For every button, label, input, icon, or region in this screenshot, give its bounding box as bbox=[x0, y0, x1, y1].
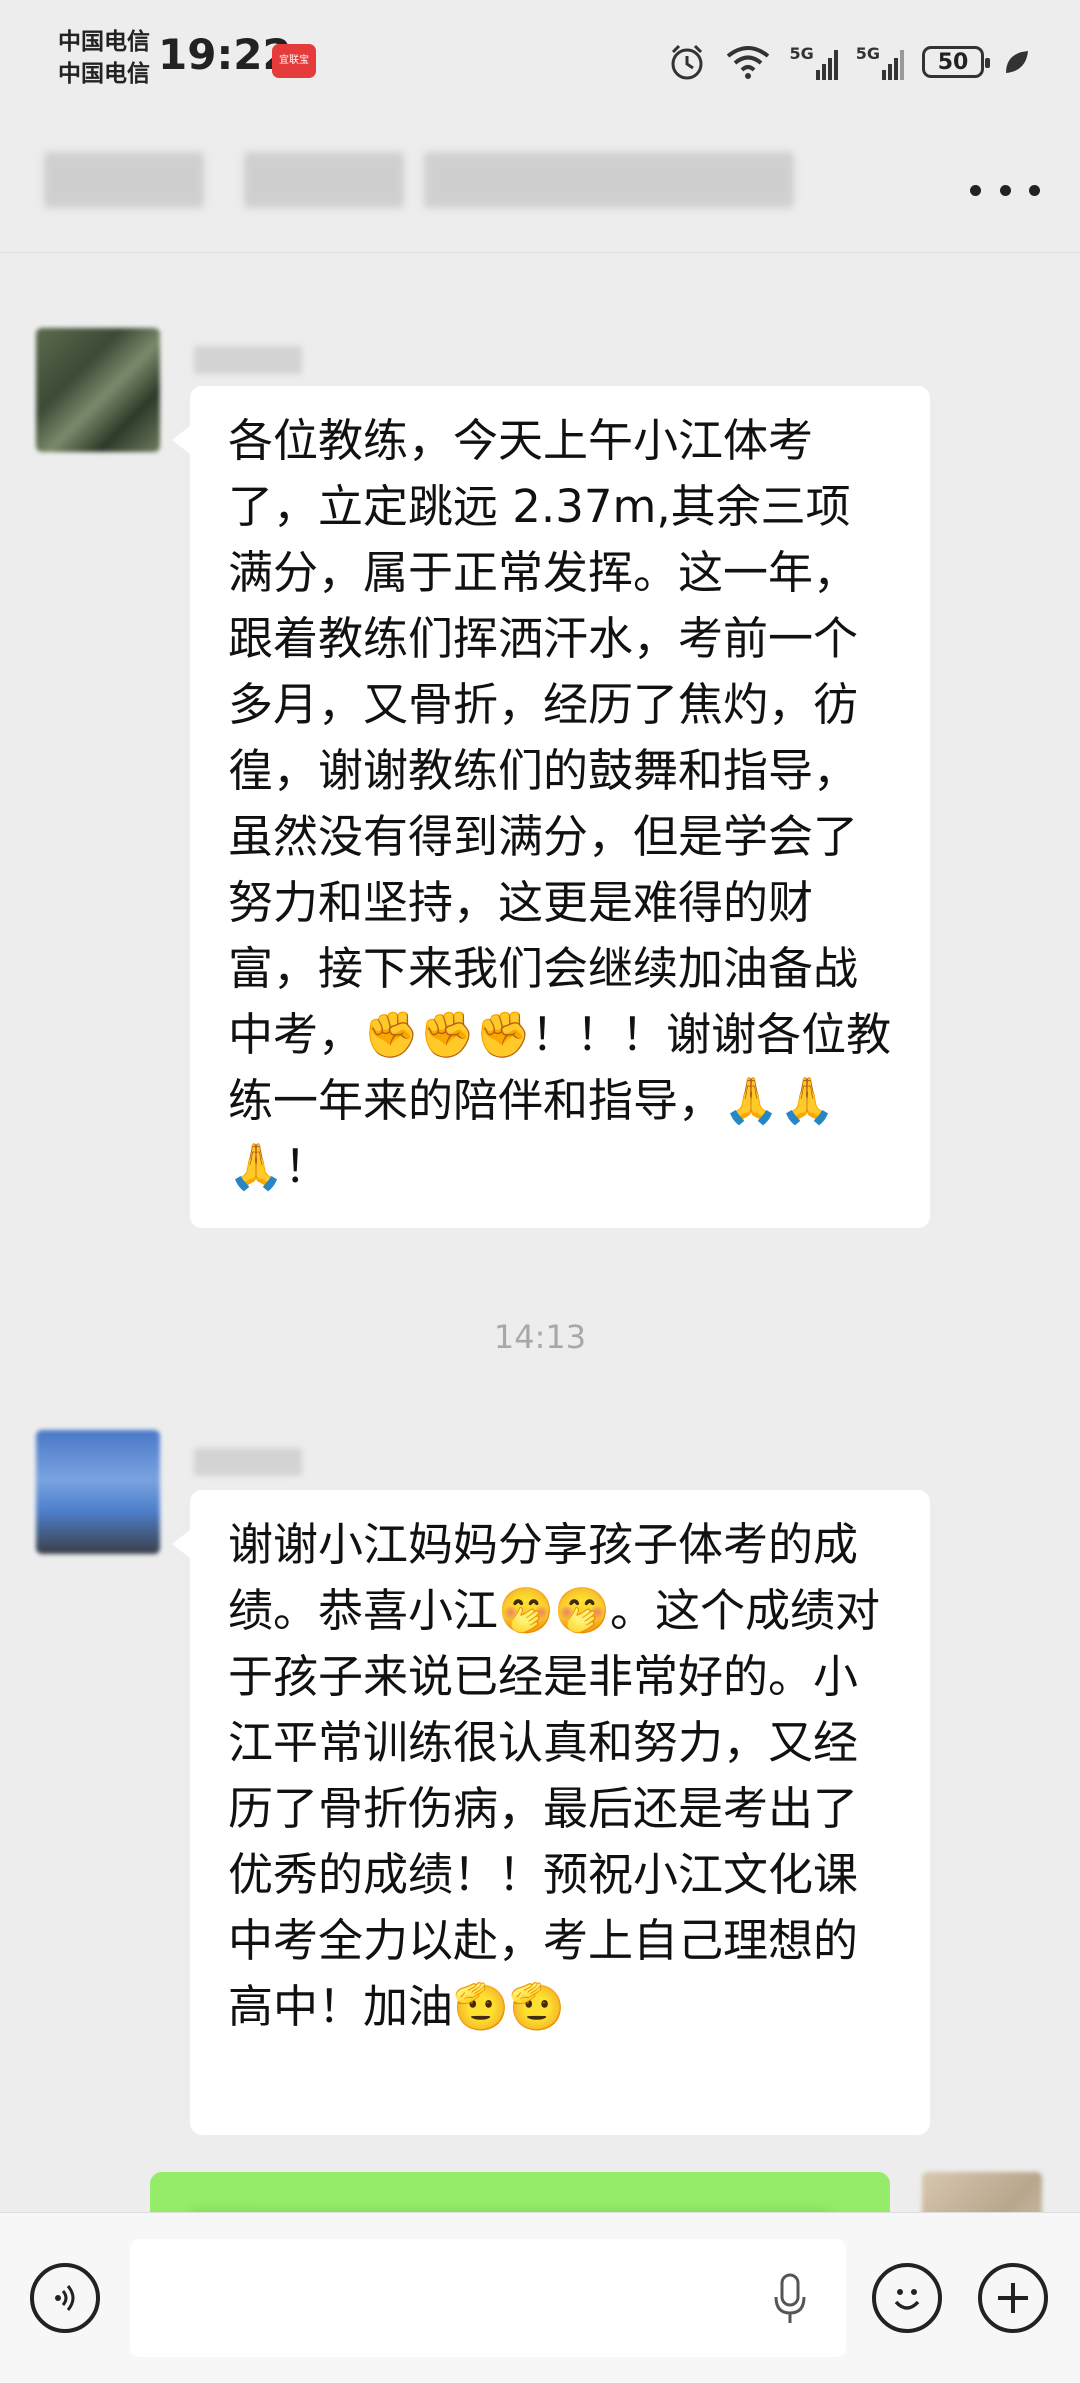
alarm-icon bbox=[671, 44, 703, 80]
signal-label-2: 5G bbox=[855, 44, 880, 63]
more-options-icon[interactable] bbox=[970, 170, 1040, 210]
microphone-icon[interactable] bbox=[770, 2273, 810, 2325]
carrier-1: 中国电信 bbox=[58, 29, 150, 55]
battery-level: 50 bbox=[937, 49, 969, 75]
signal-icon-1: 5G bbox=[789, 44, 838, 80]
battery-icon: 50 bbox=[922, 46, 990, 78]
signal-label-1: 5G bbox=[789, 44, 814, 63]
message-bubble[interactable]: 各位教练，今天上午小江体考了，立定跳远 2.37m,其余三项满分，属于正常发挥。… bbox=[172, 386, 930, 1228]
carrier-labels: 中国电信 中国电信 bbox=[58, 26, 150, 90]
signal-icon-2: 5G bbox=[856, 44, 904, 80]
input-bar bbox=[0, 2212, 1080, 2383]
message-bubble[interactable]: 谢谢小江妈妈分享孩子体考的成绩。恭喜小江🤭🤭。这个成绩对于孩子来说已经是非常好的… bbox=[172, 1490, 930, 2135]
chat-header bbox=[0, 130, 1080, 250]
chat-title-obscured-3 bbox=[424, 152, 794, 208]
leaf-icon bbox=[1006, 51, 1028, 73]
smiley-icon bbox=[894, 2289, 920, 2310]
chat-title-obscured bbox=[44, 152, 204, 208]
chat-title-obscured-2 bbox=[244, 152, 404, 208]
wifi-icon bbox=[727, 46, 770, 79]
avatar[interactable] bbox=[36, 328, 160, 452]
header-divider bbox=[0, 252, 1080, 253]
voice-mode-button[interactable] bbox=[30, 2263, 100, 2333]
message-input[interactable] bbox=[130, 2239, 846, 2357]
voice-icon bbox=[55, 2285, 75, 2311]
avatar[interactable] bbox=[36, 1430, 160, 1554]
plus-icon bbox=[998, 2283, 1028, 2313]
more-functions-button[interactable] bbox=[978, 2263, 1048, 2333]
status-icons: 5G 5G 50 bbox=[667, 40, 1032, 84]
sender-name-obscured bbox=[194, 1448, 302, 1476]
emoji-button[interactable] bbox=[872, 2263, 942, 2333]
message-timestamp: 14:13 bbox=[493, 1318, 587, 1356]
sender-name-obscured bbox=[194, 346, 302, 374]
carrier-2: 中国电信 bbox=[58, 61, 150, 87]
app-notification-icon: 宜联宝 bbox=[272, 44, 316, 78]
status-bar: 中国电信 中国电信 19:22 宜联宝 5G 5G 50 bbox=[0, 0, 1080, 120]
